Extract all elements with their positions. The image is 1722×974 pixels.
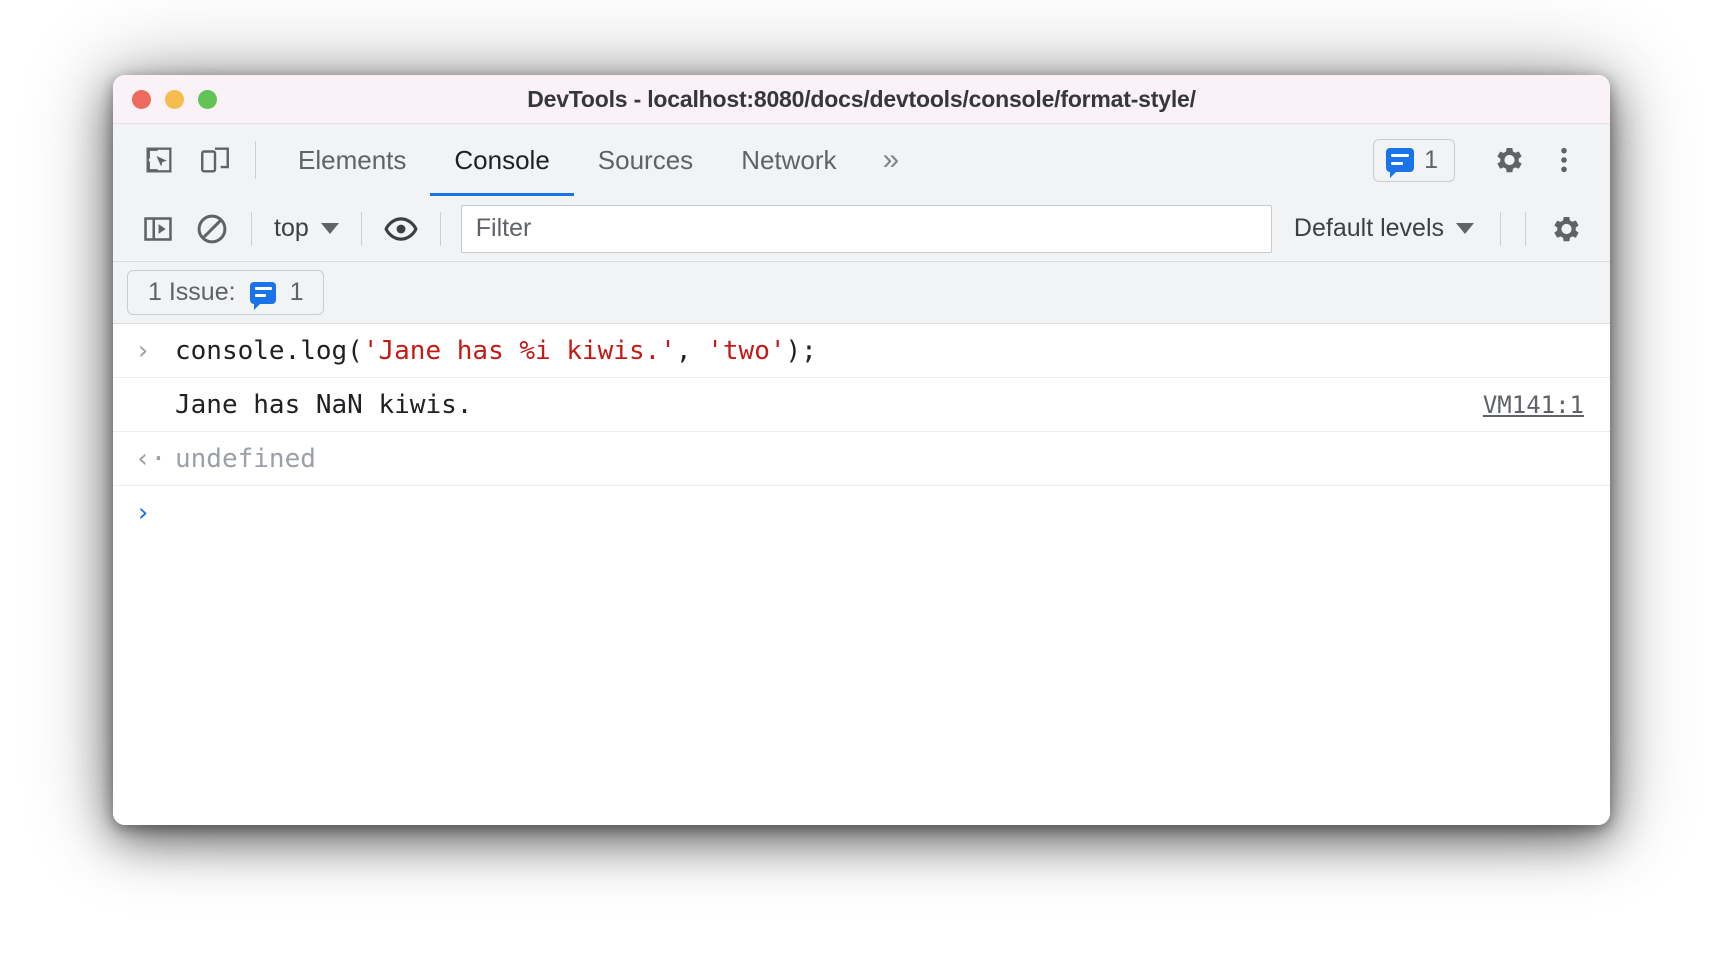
chevron-down-icon <box>320 223 339 234</box>
issues-counter-button[interactable]: 1 <box>1373 138 1455 182</box>
code-segment-tail: ); <box>785 335 817 366</box>
tab-network[interactable]: Network <box>717 124 860 196</box>
console-message-list[interactable]: › console.log('Jane has %i kiwis.', 'two… <box>113 324 1610 825</box>
code-segment-comma: , <box>675 335 708 366</box>
devtools-window: DevTools - localhost:8080/docs/devtools/… <box>113 75 1610 825</box>
close-window-button[interactable] <box>132 89 151 109</box>
issues-summary-label: 1 Issue: <box>148 278 236 306</box>
console-toolbar: top Filter Default levels <box>113 196 1610 262</box>
issues-summary-button[interactable]: 1 Issue: 1 <box>127 270 325 315</box>
devtools-tabbar: Elements Console Sources Network » 1 <box>113 124 1610 196</box>
issues-summary-count: 1 <box>289 278 304 306</box>
inspect-element-icon[interactable] <box>131 124 187 196</box>
console-return-value: undefined <box>175 443 316 474</box>
console-prompt-row[interactable]: › <box>113 486 1610 540</box>
code-segment-string: 'Jane has %i kiwis.' <box>362 335 676 366</box>
traffic-light-buttons <box>113 89 217 109</box>
source-location-link[interactable]: VM141:1 <box>1483 391 1584 419</box>
console-sidebar-icon[interactable] <box>131 205 185 253</box>
window-titlebar: DevTools - localhost:8080/docs/devtools/… <box>113 75 1610 124</box>
prompt-arrow-icon: › <box>135 498 151 528</box>
issues-counter-value: 1 <box>1424 145 1438 174</box>
execution-context-label: top <box>274 214 309 242</box>
issues-summary-bar: 1 Issue: 1 <box>113 262 1610 324</box>
console-input-row[interactable]: › console.log('Jane has %i kiwis.', 'two… <box>113 324 1610 378</box>
execution-context-selector[interactable]: top <box>264 214 349 243</box>
log-level-selector[interactable]: Default levels <box>1280 214 1488 243</box>
code-segment-plain: console.log( <box>175 335 363 366</box>
tabbar-divider <box>255 141 256 179</box>
chevron-down-icon <box>1456 223 1474 234</box>
tab-console[interactable]: Console <box>430 124 575 196</box>
more-tabs-label: » <box>882 143 900 176</box>
filter-input[interactable]: Filter <box>460 204 1272 253</box>
code-segment-string-2: 'two' <box>707 335 786 366</box>
log-level-label: Default levels <box>1293 214 1444 242</box>
tab-sources[interactable]: Sources <box>574 124 717 196</box>
devtools-tab-list: Elements Console Sources Network » <box>274 124 918 196</box>
return-arrow-icon: ‹· <box>135 443 167 474</box>
window-title: DevTools - localhost:8080/docs/devtools/… <box>527 85 1196 112</box>
tab-sources-label: Sources <box>597 144 694 175</box>
tab-elements[interactable]: Elements <box>274 124 430 196</box>
console-toolbar-divider-4 <box>1500 211 1501 246</box>
console-settings-gear-icon[interactable] <box>1538 205 1592 253</box>
console-toolbar-divider-2 <box>360 211 362 246</box>
screenshot-stage: DevTools - localhost:8080/docs/devtools/… <box>0 0 1722 974</box>
console-toolbar-divider-5 <box>1525 211 1526 246</box>
clear-console-icon[interactable] <box>185 205 239 253</box>
console-input-expression: console.log('Jane has %i kiwis.', 'two')… <box>175 336 817 366</box>
tab-elements-label: Elements <box>298 144 407 175</box>
filter-placeholder: Filter <box>475 214 532 242</box>
minimize-window-button[interactable] <box>165 89 184 109</box>
issue-bubble-icon <box>249 281 276 310</box>
zoom-window-button[interactable] <box>198 89 217 109</box>
live-expression-eye-icon[interactable] <box>374 205 428 253</box>
console-output-row[interactable]: Jane has NaN kiwis. VM141:1 <box>113 378 1610 432</box>
tab-network-label: Network <box>741 144 837 175</box>
device-toolbar-icon[interactable] <box>187 124 243 196</box>
console-return-row[interactable]: ‹· undefined <box>113 432 1610 486</box>
console-output-text: Jane has NaN kiwis. <box>175 389 473 420</box>
input-prompt-arrow-icon: › <box>135 335 151 366</box>
kebab-menu-icon[interactable] <box>1536 144 1592 176</box>
issue-bubble-icon <box>1386 148 1415 178</box>
tab-console-label: Console <box>454 144 550 175</box>
console-toolbar-divider-1 <box>251 211 252 246</box>
gear-icon[interactable] <box>1480 142 1536 178</box>
console-toolbar-divider-3 <box>439 211 441 246</box>
more-tabs-chevron-icon[interactable]: » <box>861 124 919 196</box>
tabbar-right-controls: 1 <box>1373 124 1610 196</box>
